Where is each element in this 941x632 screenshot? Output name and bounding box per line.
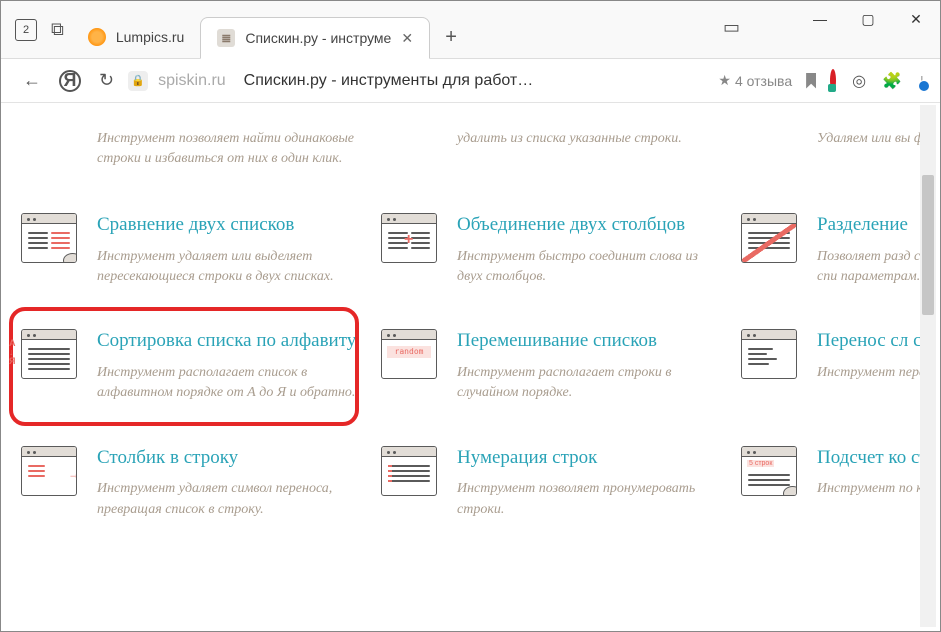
card-desc: Инструмент удаляет символ переноса, прев… [97,479,359,520]
card-title[interactable]: Подсчет ко строк [817,446,936,470]
reload-button[interactable]: ↻ [99,70,114,91]
tab-spiskin[interactable]: ≣ Спискин.ру - инструме ✕ [200,17,430,59]
page-title: Спискин.ру - инструменты для работ… [244,72,534,90]
card-title[interactable]: Перемешивание списков [457,329,719,353]
address-bar: ← Я ↻ 🔒 spiskin.ru Спискин.ру - инструме… [1,59,940,103]
minimize-button[interactable]: — [796,1,844,37]
card-desc: Инструмент располагает строки в случайно… [457,363,719,404]
home-badge: 2 [23,24,29,36]
tab-lumpics[interactable]: Lumpics.ru [72,16,200,58]
card-title[interactable]: Объединение двух столбцов [457,213,719,237]
tool-card-wrap-column[interactable]: Перенос сл столбик Инструмент переносить… [735,315,936,421]
tab-label: Спискин.ру - инструме [245,30,391,46]
url-domain: spiskin.ru [158,72,226,90]
card-desc: Инструмент позволяет найти одинаковые ст… [97,129,359,170]
tool-card-remove-lines: удалить из списка указанные строки. [375,105,725,189]
extension-opera-icon[interactable] [830,72,836,90]
window-controls: — ▢ ✕ [796,1,940,37]
close-window-button[interactable]: ✕ [892,1,940,37]
card-desc: Инструмент по количество стр списке. [817,479,936,499]
site-rating[interactable]: ★ 4 отзыва [718,72,792,89]
card-icon [381,446,439,498]
extensions-icon[interactable]: 🧩 [882,71,902,91]
page-content: Инструмент позволяет найти одинаковые ст… [5,105,936,627]
bookmark-icon[interactable] [806,73,816,89]
favicon-spiskin: ≣ [217,29,235,47]
card-icon: 5 строк [741,446,799,498]
card-title[interactable]: Нумерация строк [457,446,719,470]
home-button[interactable]: 2 [15,19,37,41]
scrollbar-track[interactable] [920,105,936,627]
card-icon [741,329,799,381]
downloads-icon[interactable]: ↓ [918,72,926,90]
card-desc: Удаляем или вы фразы, где встр слова. [817,129,936,149]
yandex-button[interactable]: Я [59,70,81,92]
tool-card-shuffle[interactable]: random Перемешивание списков Инструмент … [375,315,725,421]
card-title[interactable]: Сортировка списка по алфавиту [97,329,359,353]
card-desc: Позволяет разд списке на два и отдельных… [817,247,936,288]
card-icon [741,213,799,265]
tool-card-merge-columns[interactable]: Объединение двух столбцов Инструмент быс… [375,199,725,305]
card-desc: Инструмент позволяет пронумеровать строк… [457,479,719,520]
tool-card-number-lines[interactable]: Нумерация строк Инструмент позволяет про… [375,432,725,538]
card-desc: Инструмент располагает список в алфавитн… [97,363,359,404]
card-desc: Инструмент удаляет или выделяет пересека… [97,247,359,288]
reader-icon[interactable]: ▭ [723,17,740,38]
tool-card-column-to-row[interactable]: Столбик в строку Инструмент удаляет симв… [15,432,365,538]
scrollbar-thumb[interactable] [922,175,934,315]
extension-target-icon[interactable]: ◎ [852,71,866,91]
tab-close-icon[interactable]: ✕ [401,30,413,47]
back-button[interactable]: ← [23,70,41,91]
tool-card-compare-lists[interactable]: Сравнение двух списков Инструмент удаляе… [15,199,365,305]
url-area[interactable]: 🔒 spiskin.ru Спискин.ру - инструменты дл… [128,71,704,91]
card-desc: Инструмент быстро соединит слова из двух… [457,247,719,288]
card-icon [21,213,79,265]
card-title[interactable]: Перенос сл столбик [817,329,936,353]
lock-icon: 🔒 [128,71,148,91]
tool-card-duplicates: Инструмент позволяет найти одинаковые ст… [15,105,365,189]
tab-strip: Lumpics.ru ≣ Спискин.ру - инструме ✕ + [72,1,466,58]
card-desc: удалить из списка указанные строки. [457,129,719,149]
card-title[interactable]: Сравнение двух списков [97,213,359,237]
rating-text: 4 отзыва [735,73,792,89]
card-icon: А↓Я [21,329,79,381]
card-title[interactable]: Столбик в строку [97,446,359,470]
tool-card-count-lines[interactable]: 5 строк Подсчет ко строк Инструмент по к… [735,432,936,538]
browser-titlebar: 2 ⧉ Lumpics.ru ≣ Спискин.ру - инструме ✕… [1,1,940,59]
card-icon: random [381,329,439,381]
library-icon[interactable]: ⧉ [51,19,64,40]
maximize-button[interactable]: ▢ [844,1,892,37]
card-icon [381,213,439,265]
tool-card-split-list[interactable]: Разделение Позволяет разд списке на два … [735,199,936,305]
card-desc: Инструмент переносить спи строку в стр [817,363,936,383]
star-icon: ★ [718,72,731,89]
tool-card-remove-phrases: Удаляем или вы фразы, где встр слова. [735,105,936,189]
tool-card-sort-alphabet[interactable]: А↓Я Сортировка списка по алфавиту Инстру… [15,315,365,421]
card-icon [21,446,79,498]
favicon-lumpics [88,28,106,46]
random-label: random [387,346,431,358]
tab-label: Lumpics.ru [116,29,184,45]
card-title[interactable]: Разделение [817,213,936,237]
new-tab-button[interactable]: + [436,22,466,52]
